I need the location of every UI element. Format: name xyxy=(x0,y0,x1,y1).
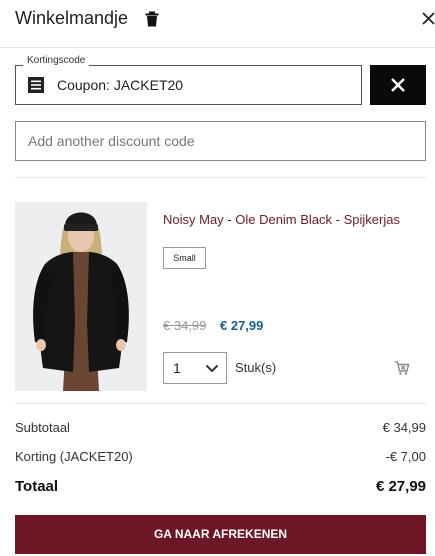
chevron-down-icon xyxy=(205,364,219,373)
discount-label: Korting (JACKET20) xyxy=(15,449,133,464)
quantity-select[interactable]: 1 xyxy=(163,352,227,384)
discount-code-input[interactable] xyxy=(15,121,426,161)
trash-icon[interactable] xyxy=(145,11,159,27)
remove-coupon-button[interactable] xyxy=(370,65,426,105)
remove-from-cart-icon[interactable] xyxy=(394,360,410,376)
divider xyxy=(15,403,426,404)
checkout-button[interactable]: GA NAAR AFREKENEN xyxy=(15,515,426,554)
subtotal-value: € 34,99 xyxy=(382,420,426,435)
coupon-code-text: Coupon: JACKET20 xyxy=(57,77,184,93)
subtotal-label: Subtotaal xyxy=(15,420,70,435)
product-image[interactable] xyxy=(15,202,147,391)
coupon-field-label: Kortingscode xyxy=(23,55,90,67)
discount-value: -€ 7,00 xyxy=(385,449,426,464)
cart-title: Winkelmandje xyxy=(15,8,129,28)
applied-coupon-field: Coupon: JACKET20 xyxy=(15,65,362,105)
total-label: Totaal xyxy=(15,478,59,495)
cart-header: Winkelmandje xyxy=(0,0,435,48)
quantity-value: 1 xyxy=(173,360,181,376)
sale-price: € 27,99 xyxy=(220,318,264,333)
original-price: € 34,99 xyxy=(163,318,207,333)
quantity-unit: Stuk(s) xyxy=(235,360,277,375)
size-badge: Small xyxy=(163,247,206,269)
close-icon xyxy=(391,78,405,92)
divider xyxy=(15,177,426,178)
total-value: € 27,99 xyxy=(375,478,426,495)
receipt-icon xyxy=(28,77,44,93)
product-name-link[interactable]: Noisy May - Ole Denim Black - Spijkerjas xyxy=(163,212,400,227)
close-icon[interactable] xyxy=(421,9,435,27)
